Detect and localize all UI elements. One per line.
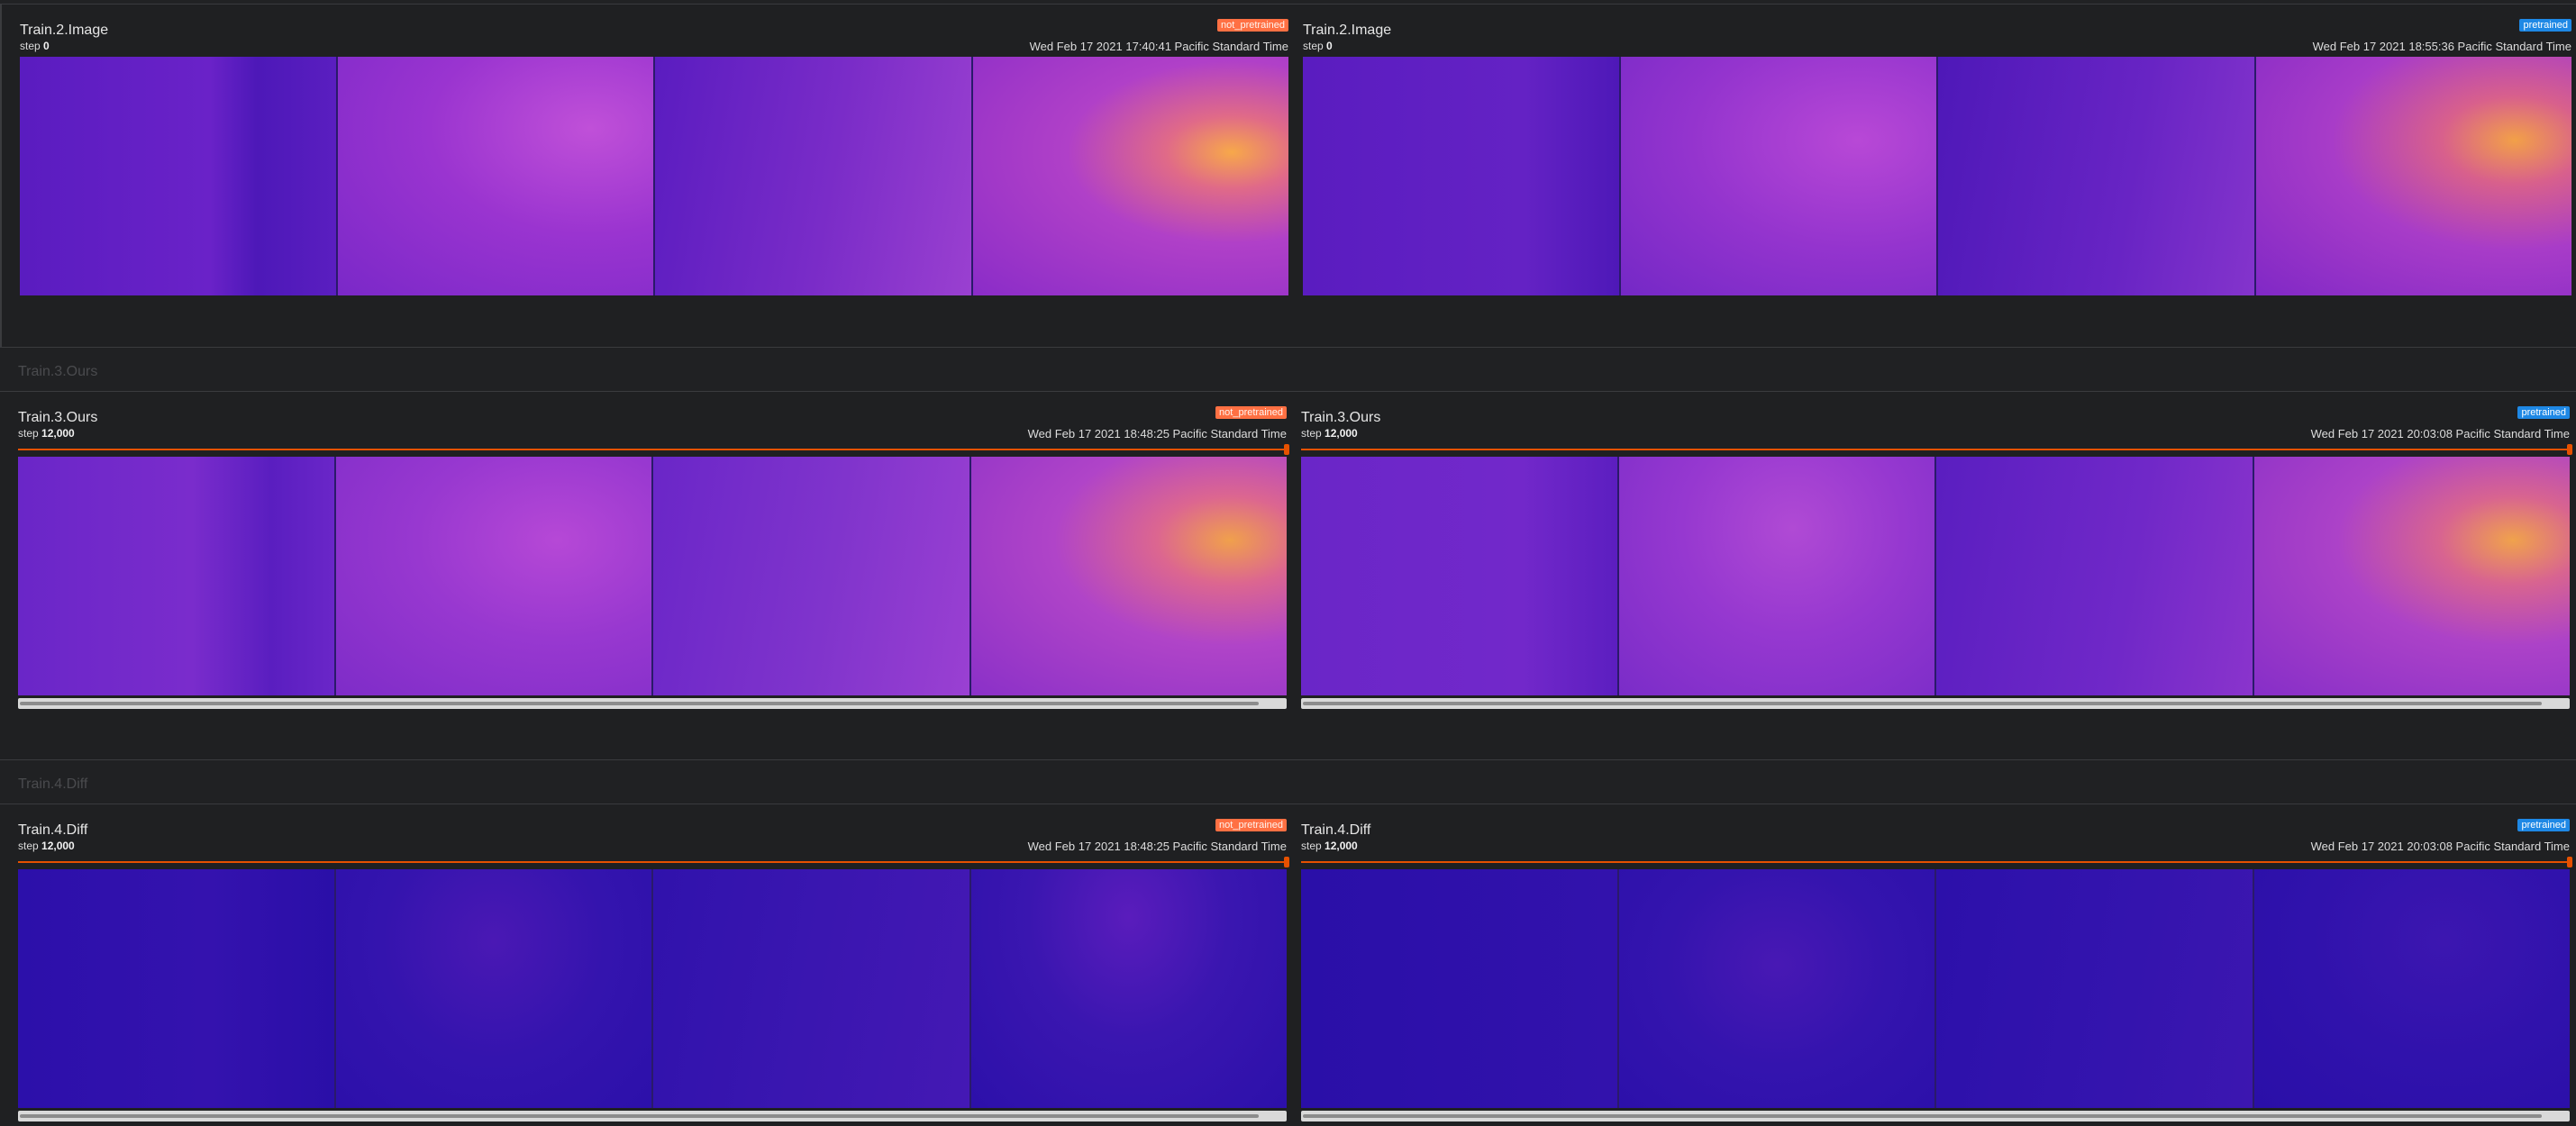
step-label: step 12,000 [18, 427, 75, 440]
step-slider[interactable] [1301, 857, 2572, 867]
step-slider[interactable] [1301, 444, 2572, 455]
horizontal-scrollbar[interactable] [1301, 698, 2570, 709]
image-frame [653, 457, 969, 695]
card-title: Train.4.Diff [1301, 822, 1371, 838]
slider-thumb[interactable] [1284, 857, 1289, 867]
slider-thumb[interactable] [2567, 857, 2572, 867]
scrollbar-thumb[interactable] [1303, 1114, 2542, 1118]
image-frame [653, 869, 969, 1108]
image-frame [655, 57, 971, 295]
image-strip[interactable] [18, 869, 1287, 1108]
timestamp: Wed Feb 17 2021 18:48:25 Pacific Standar… [1027, 427, 1287, 440]
timestamp: Wed Feb 17 2021 20:03:08 Pacific Standar… [2310, 840, 2570, 853]
image-frame [970, 457, 1287, 695]
image-frame [337, 57, 653, 295]
image-section: Train.2.Image step 0 not_pretrained Wed … [0, 4, 2576, 347]
image-frame [972, 57, 1288, 295]
timestamp: Wed Feb 17 2021 18:48:25 Pacific Standar… [1027, 840, 1287, 853]
run-badge: pretrained [2517, 819, 2570, 831]
card-title: Train.3.Ours [1301, 410, 1381, 425]
image-frame [18, 869, 334, 1108]
image-frame [1301, 457, 1617, 695]
image-frame [1618, 869, 1934, 1108]
image-frame [335, 457, 651, 695]
timestamp: Wed Feb 17 2021 17:40:41 Pacific Standar… [1029, 40, 1288, 53]
image-strip[interactable] [20, 57, 1288, 295]
group-header[interactable]: Train.3.Ours [0, 347, 2576, 392]
slider-thumb[interactable] [2567, 444, 2572, 455]
step-slider[interactable] [18, 857, 1289, 867]
horizontal-scrollbar[interactable] [18, 698, 1287, 709]
image-frame [970, 869, 1287, 1108]
group-title: Train.4.Diff [18, 776, 88, 792]
step-label: step 0 [1303, 40, 1333, 52]
step-slider[interactable] [18, 444, 1289, 455]
image-frame [2255, 57, 2571, 295]
timestamp: Wed Feb 17 2021 20:03:08 Pacific Standar… [2310, 427, 2570, 440]
group-header[interactable]: Train.4.Diff [0, 759, 2576, 804]
run-badge: pretrained [2517, 406, 2570, 419]
image-frame [1301, 869, 1617, 1108]
image-frame [1938, 57, 2254, 295]
image-frame [1936, 869, 2253, 1108]
image-frame [18, 457, 334, 695]
slider-thumb[interactable] [1284, 444, 1289, 455]
scrollbar-thumb[interactable] [20, 1114, 1259, 1118]
image-frame [20, 57, 336, 295]
step-label: step 12,000 [1301, 840, 1358, 852]
scrollbar-thumb[interactable] [1303, 702, 2542, 705]
ours-section: Train.3.Ours step 12,000 not_pretrained … [0, 391, 2576, 759]
step-label: step 12,000 [18, 840, 75, 852]
run-badge: pretrained [2519, 19, 2571, 32]
image-strip[interactable] [1303, 57, 2571, 295]
image-frame [1618, 457, 1934, 695]
timestamp: Wed Feb 17 2021 18:55:36 Pacific Standar… [2312, 40, 2571, 53]
image-frame [2253, 869, 2570, 1108]
step-label: step 12,000 [1301, 427, 1358, 440]
image-frame [2253, 457, 2570, 695]
card-title: Train.2.Image [20, 23, 109, 38]
card-title: Train.4.Diff [18, 822, 88, 838]
diff-section: Train.4.Diff step 12,000 not_pretrained … [0, 804, 2576, 1126]
run-badge: not_pretrained [1217, 19, 1288, 32]
image-frame [335, 869, 651, 1108]
card-title: Train.2.Image [1303, 23, 1392, 38]
image-frame [1303, 57, 1619, 295]
group-title: Train.3.Ours [18, 364, 98, 379]
card-title: Train.3.Ours [18, 410, 98, 425]
run-badge: not_pretrained [1215, 819, 1287, 831]
scrollbar-thumb[interactable] [20, 702, 1259, 705]
image-frame [1936, 457, 2253, 695]
image-frame [1620, 57, 1936, 295]
image-strip[interactable] [1301, 457, 2570, 695]
horizontal-scrollbar[interactable] [18, 1111, 1287, 1121]
image-strip[interactable] [1301, 869, 2570, 1108]
horizontal-scrollbar[interactable] [1301, 1111, 2570, 1121]
image-strip[interactable] [18, 457, 1287, 695]
step-label: step 0 [20, 40, 50, 52]
run-badge: not_pretrained [1215, 406, 1287, 419]
